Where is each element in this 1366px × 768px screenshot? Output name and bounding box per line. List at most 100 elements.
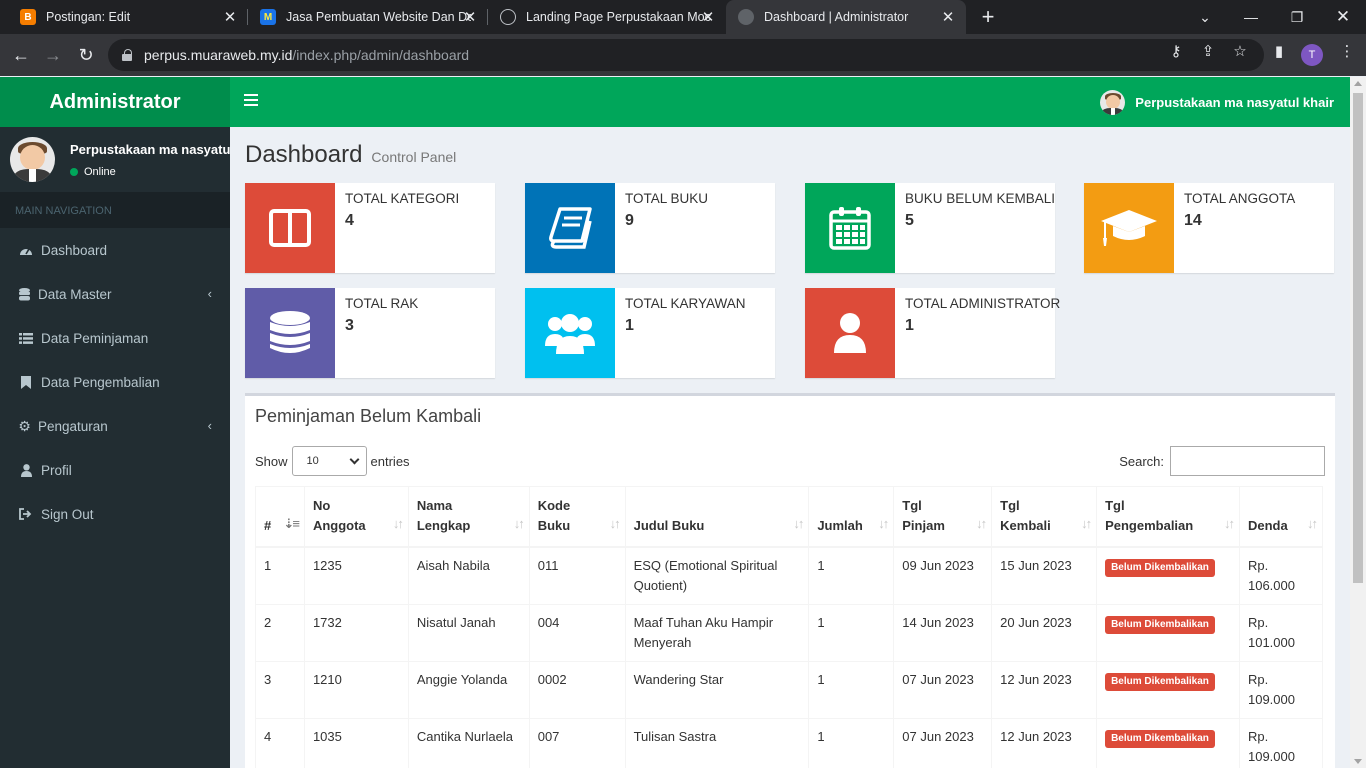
cell-kode: 0002 bbox=[528, 661, 626, 719]
header-text: Kode bbox=[537, 498, 571, 513]
stat-value: 3 bbox=[345, 317, 354, 334]
browser-tab[interactable]: Landing Page Perpustakaan Moc ✕ bbox=[488, 0, 726, 34]
browser-tab-active[interactable]: Dashboard | Administrator ✕ bbox=[726, 0, 966, 34]
header-text: Tgl bbox=[1000, 498, 1020, 513]
openai-icon bbox=[500, 9, 516, 25]
header-text: # bbox=[264, 518, 272, 533]
sidebar-user-panel: Perpustakaan ma nasyatul khair Online bbox=[0, 127, 230, 192]
url-domain: perpus.muaraweb.my.id bbox=[144, 47, 293, 63]
new-tab-button[interactable]: + bbox=[976, 4, 1000, 30]
user-icon bbox=[18, 463, 34, 477]
column-header-nama-lengkap[interactable]: Nama Lengkap ↓↑ bbox=[407, 486, 530, 548]
side-panel-icon[interactable]: ▮ bbox=[1268, 42, 1290, 60]
stat-box-total-kategori: TOTAL KATEGORI 4 bbox=[245, 183, 495, 273]
restore-button[interactable]: ❐ bbox=[1274, 0, 1320, 34]
stat-box-buku-belum-kembali: BUKU BELUM KEMBALI 5 bbox=[805, 183, 1055, 273]
close-icon[interactable]: ✕ bbox=[700, 8, 716, 26]
tab-title: Dashboard | Administrator bbox=[764, 10, 909, 24]
entries-select[interactable]: 10 bbox=[291, 446, 367, 476]
url-field[interactable]: perpus.muaraweb.my.id/index.php/admin/da… bbox=[108, 39, 1264, 71]
sidebar-item-data-master[interactable]: Data Master ‹ bbox=[0, 272, 230, 316]
reload-button[interactable]: ↻ bbox=[73, 42, 99, 68]
window-close-button[interactable]: ✕ bbox=[1320, 0, 1366, 34]
column-header-judul-buku[interactable]: Judul Buku ↓↑ bbox=[624, 486, 810, 548]
column-header-tgl-pinjam[interactable]: Tgl Pinjam ↓↑ bbox=[893, 486, 993, 548]
stat-label: TOTAL RAK bbox=[345, 296, 419, 311]
entries-label: entries bbox=[370, 453, 410, 469]
back-button[interactable]: ← bbox=[8, 42, 34, 68]
browser-tab[interactable]: M Jasa Pembuatan Website Dan De ✕ bbox=[248, 0, 488, 34]
columns-icon bbox=[245, 183, 335, 273]
bookmark-star-icon[interactable]: ☆ bbox=[1229, 42, 1251, 60]
column-header-number[interactable]: # ⇣≡ bbox=[255, 486, 305, 548]
cell-denda: Rp. 109.000 bbox=[1238, 718, 1324, 768]
sort-icon: ↓↑ bbox=[1307, 516, 1318, 531]
column-header-tgl-kembali[interactable]: Tgl Kembali ↓↑ bbox=[991, 486, 1098, 548]
browser-tab-bar: B Postingan: Edit ✕ M Jasa Pembuatan Web… bbox=[0, 0, 1366, 34]
column-header-tgl-pengembalian[interactable]: Tgl Pengembalian ↓↑ bbox=[1096, 486, 1240, 548]
sort-icon: ↓↑ bbox=[609, 516, 621, 531]
table-search: Search: bbox=[1119, 446, 1325, 476]
sidebar-item-label: Data Pengembalian bbox=[41, 374, 160, 390]
minimize-button[interactable]: — bbox=[1228, 0, 1274, 34]
cell-nama: Anggie Yolanda bbox=[407, 661, 530, 719]
share-icon[interactable]: ⇪ bbox=[1197, 42, 1219, 60]
cell-pengembalian: Belum Dikembalikan bbox=[1096, 661, 1240, 719]
sidebar-item-profil[interactable]: Profil bbox=[0, 448, 230, 492]
hamburger-icon[interactable] bbox=[244, 94, 258, 106]
tab-search-icon[interactable]: ⌄ bbox=[1182, 0, 1228, 34]
scrollbar-thumb[interactable] bbox=[1353, 93, 1363, 583]
profile-avatar[interactable]: T bbox=[1301, 44, 1323, 66]
browser-tab[interactable]: B Postingan: Edit ✕ bbox=[8, 0, 248, 34]
close-icon[interactable]: ✕ bbox=[940, 8, 956, 26]
bookmark-icon bbox=[18, 375, 34, 389]
column-header-jumlah[interactable]: Jumlah ↓↑ bbox=[808, 486, 895, 548]
sidebar-item-data-pengembalian[interactable]: Data Pengembalian bbox=[0, 360, 230, 404]
tab-title: Jasa Pembuatan Website Dan De bbox=[286, 10, 471, 24]
menu-dots-icon[interactable]: ⋮ bbox=[1336, 42, 1358, 60]
app-logo[interactable]: Administrator bbox=[0, 77, 230, 127]
close-icon[interactable]: ✕ bbox=[462, 8, 478, 26]
scroll-down-icon[interactable] bbox=[1354, 759, 1362, 764]
search-input[interactable] bbox=[1170, 446, 1325, 476]
column-header-kode-buku[interactable]: Kode Buku ↓↑ bbox=[528, 486, 626, 548]
globe-icon bbox=[738, 9, 754, 25]
url-path: /index.php/admin/dashboard bbox=[292, 47, 470, 63]
stat-box-total-karyawan: TOTAL KARYAWAN 1 bbox=[525, 288, 775, 378]
sidebar-item-dashboard[interactable]: Dashboard bbox=[0, 228, 230, 272]
column-header-denda[interactable]: Denda ↓↑ bbox=[1238, 486, 1324, 548]
cell-kode: 004 bbox=[528, 604, 626, 662]
column-header-no-anggota[interactable]: No Anggota ↓↑ bbox=[303, 486, 409, 548]
cell-anggota: 1035 bbox=[303, 718, 409, 768]
graduation-cap-icon bbox=[1084, 183, 1174, 273]
loans-table: # ⇣≡ No Anggota ↓↑ Nama Lengkap ↓↑ Kode Buku ↓↑… bbox=[255, 486, 1324, 768]
chevron-left-icon: ‹ bbox=[207, 418, 212, 433]
scroll-up-icon[interactable] bbox=[1354, 81, 1362, 86]
stat-value: 1 bbox=[905, 317, 914, 334]
sidebar-item-pengaturan[interactable]: ⚙ Pengaturan ‹ bbox=[0, 404, 230, 448]
page-title: Dashboard bbox=[245, 141, 363, 168]
table-row: 1 1235 Aisah Nabila 011 ESQ (Emotional S… bbox=[255, 546, 1324, 605]
stat-label: TOTAL ADMINISTRATOR bbox=[905, 296, 1061, 311]
gear-icon: ⚙ bbox=[18, 417, 31, 434]
sort-icon: ↓↑ bbox=[513, 516, 525, 531]
user-icon bbox=[805, 288, 895, 378]
header-text: Lengkap bbox=[416, 518, 471, 533]
cell-jumlah: 1 bbox=[808, 604, 895, 662]
stat-label: BUKU BELUM KEMBALI bbox=[905, 191, 1056, 206]
sidebar-item-sign-out[interactable]: Sign Out bbox=[0, 492, 230, 536]
cell-number: 3 bbox=[255, 661, 305, 719]
user-menu[interactable]: Perpustakaan ma nasyatul khair bbox=[1100, 90, 1334, 115]
stat-value: 14 bbox=[1184, 212, 1202, 229]
stat-label: TOTAL ANGGOTA bbox=[1184, 191, 1296, 206]
stat-box-total-buku: TOTAL BUKU 9 bbox=[525, 183, 775, 273]
key-icon[interactable]: ⚷ bbox=[1165, 42, 1187, 60]
cell-nama: Aisah Nabila bbox=[407, 546, 530, 605]
sidebar-item-data-peminjaman[interactable]: Data Peminjaman bbox=[0, 316, 230, 360]
cell-nama: Cantika Nurlaela bbox=[407, 718, 530, 768]
close-icon[interactable]: ✕ bbox=[222, 8, 238, 26]
header-text: Denda bbox=[1247, 518, 1288, 533]
page-scrollbar[interactable] bbox=[1350, 77, 1366, 768]
header-text: Tgl bbox=[902, 498, 922, 513]
forward-button[interactable]: → bbox=[40, 42, 66, 68]
